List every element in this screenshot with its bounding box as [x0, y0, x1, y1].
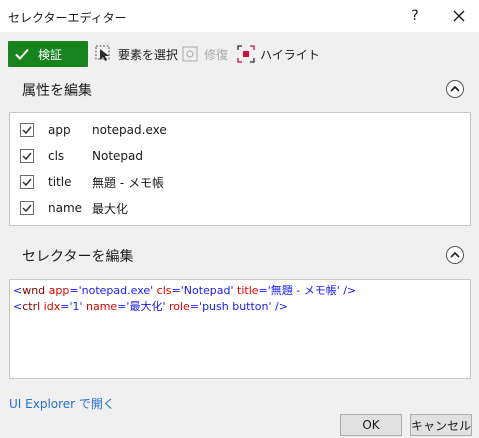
attribute-name: cls: [48, 149, 65, 163]
checkmark-icon: [22, 152, 32, 161]
ok-button[interactable]: OK: [340, 414, 402, 436]
title-bar: セレクターエディター ?: [0, 0, 479, 32]
chevron-up-icon: [450, 85, 460, 92]
close-icon: [453, 10, 465, 22]
checkmark-icon: [22, 178, 32, 187]
verify-button[interactable]: 検証: [8, 41, 88, 67]
attribute-value: notepad.exe: [92, 123, 167, 137]
selector-attr-value: 'Notepad': [180, 284, 234, 297]
verify-label: 検証: [38, 47, 63, 62]
selector-attr-value: '最大化': [126, 300, 166, 313]
selector-attr-name: idx: [43, 300, 61, 313]
repair-icon: [182, 46, 198, 62]
selector-attr-value: '1': [69, 300, 83, 313]
checkmark-icon: [22, 126, 32, 135]
attribute-checkbox[interactable]: [20, 175, 34, 189]
attribute-name: name: [48, 201, 83, 215]
attribute-checkbox[interactable]: [20, 201, 34, 215]
selector-collapse-button[interactable]: [446, 246, 464, 264]
checkmark-icon: [22, 204, 32, 213]
highlight-icon: [237, 45, 255, 63]
window-title: セレクターエディター: [8, 11, 127, 25]
repair-label: 修復: [204, 47, 229, 62]
selector-attr-name: name: [86, 300, 118, 313]
help-button[interactable]: ?: [404, 5, 426, 27]
ui-explorer-link[interactable]: UI Explorer で開く: [9, 395, 115, 412]
selector-tag: ctrl: [22, 300, 41, 313]
attribute-checkbox[interactable]: [20, 149, 34, 163]
attribute-row: app notepad.exe: [10, 117, 470, 143]
cancel-button[interactable]: キャンセル: [410, 414, 472, 436]
selector-line: <wnd app='notepad.exe' cls='Notepad' tit…: [13, 284, 357, 297]
highlight-button[interactable]: ハイライト: [237, 43, 320, 65]
chevron-up-icon: [450, 251, 460, 258]
attribute-row: cls Notepad: [10, 143, 470, 169]
highlight-label: ハイライト: [260, 47, 320, 62]
attribute-row: name 最大化: [10, 195, 470, 221]
attribute-value: Notepad: [92, 149, 143, 163]
selector-attr-name: cls: [156, 284, 172, 297]
attributes-collapse-button[interactable]: [446, 80, 464, 98]
select-element-icon: [95, 45, 110, 61]
selector-header: セレクターを編集: [22, 249, 134, 265]
checkmark-icon: [15, 48, 29, 60]
attributes-list: app notepad.exe cls Notepad title 無題 - メ…: [9, 112, 471, 226]
selector-tag: wnd: [22, 284, 46, 297]
selector-attr-value: 'notepad.exe': [78, 284, 154, 297]
attribute-value: 無題 - メモ帳: [92, 175, 164, 190]
attribute-value: 最大化: [92, 201, 129, 216]
selector-attr-name: role: [168, 300, 190, 313]
attribute-name: app: [48, 123, 71, 137]
attribute-row: title 無題 - メモ帳: [10, 169, 470, 195]
select-element-button[interactable]: 要素を選択: [95, 43, 178, 65]
selector-attr-value: '無題 - メモ帳': [267, 284, 340, 297]
selector-editor[interactable]: <wnd app='notepad.exe' cls='Notepad' tit…: [9, 279, 471, 379]
attributes-header: 属性を編集: [22, 83, 92, 99]
selector-attr-name: title: [237, 284, 259, 297]
attribute-checkbox[interactable]: [20, 123, 34, 137]
selector-attr-value: 'push button': [199, 300, 272, 313]
select-element-label: 要素を選択: [118, 47, 179, 62]
close-button[interactable]: [448, 5, 470, 27]
repair-button[interactable]: 修復: [181, 43, 228, 65]
selector-line: <ctrl idx='1' name='最大化' role='push butt…: [13, 300, 288, 313]
selector-attr-name: app: [48, 284, 70, 297]
attribute-name: title: [48, 175, 72, 189]
toolbar: 検証 要素を選択 修復 ハイライト: [0, 40, 479, 68]
